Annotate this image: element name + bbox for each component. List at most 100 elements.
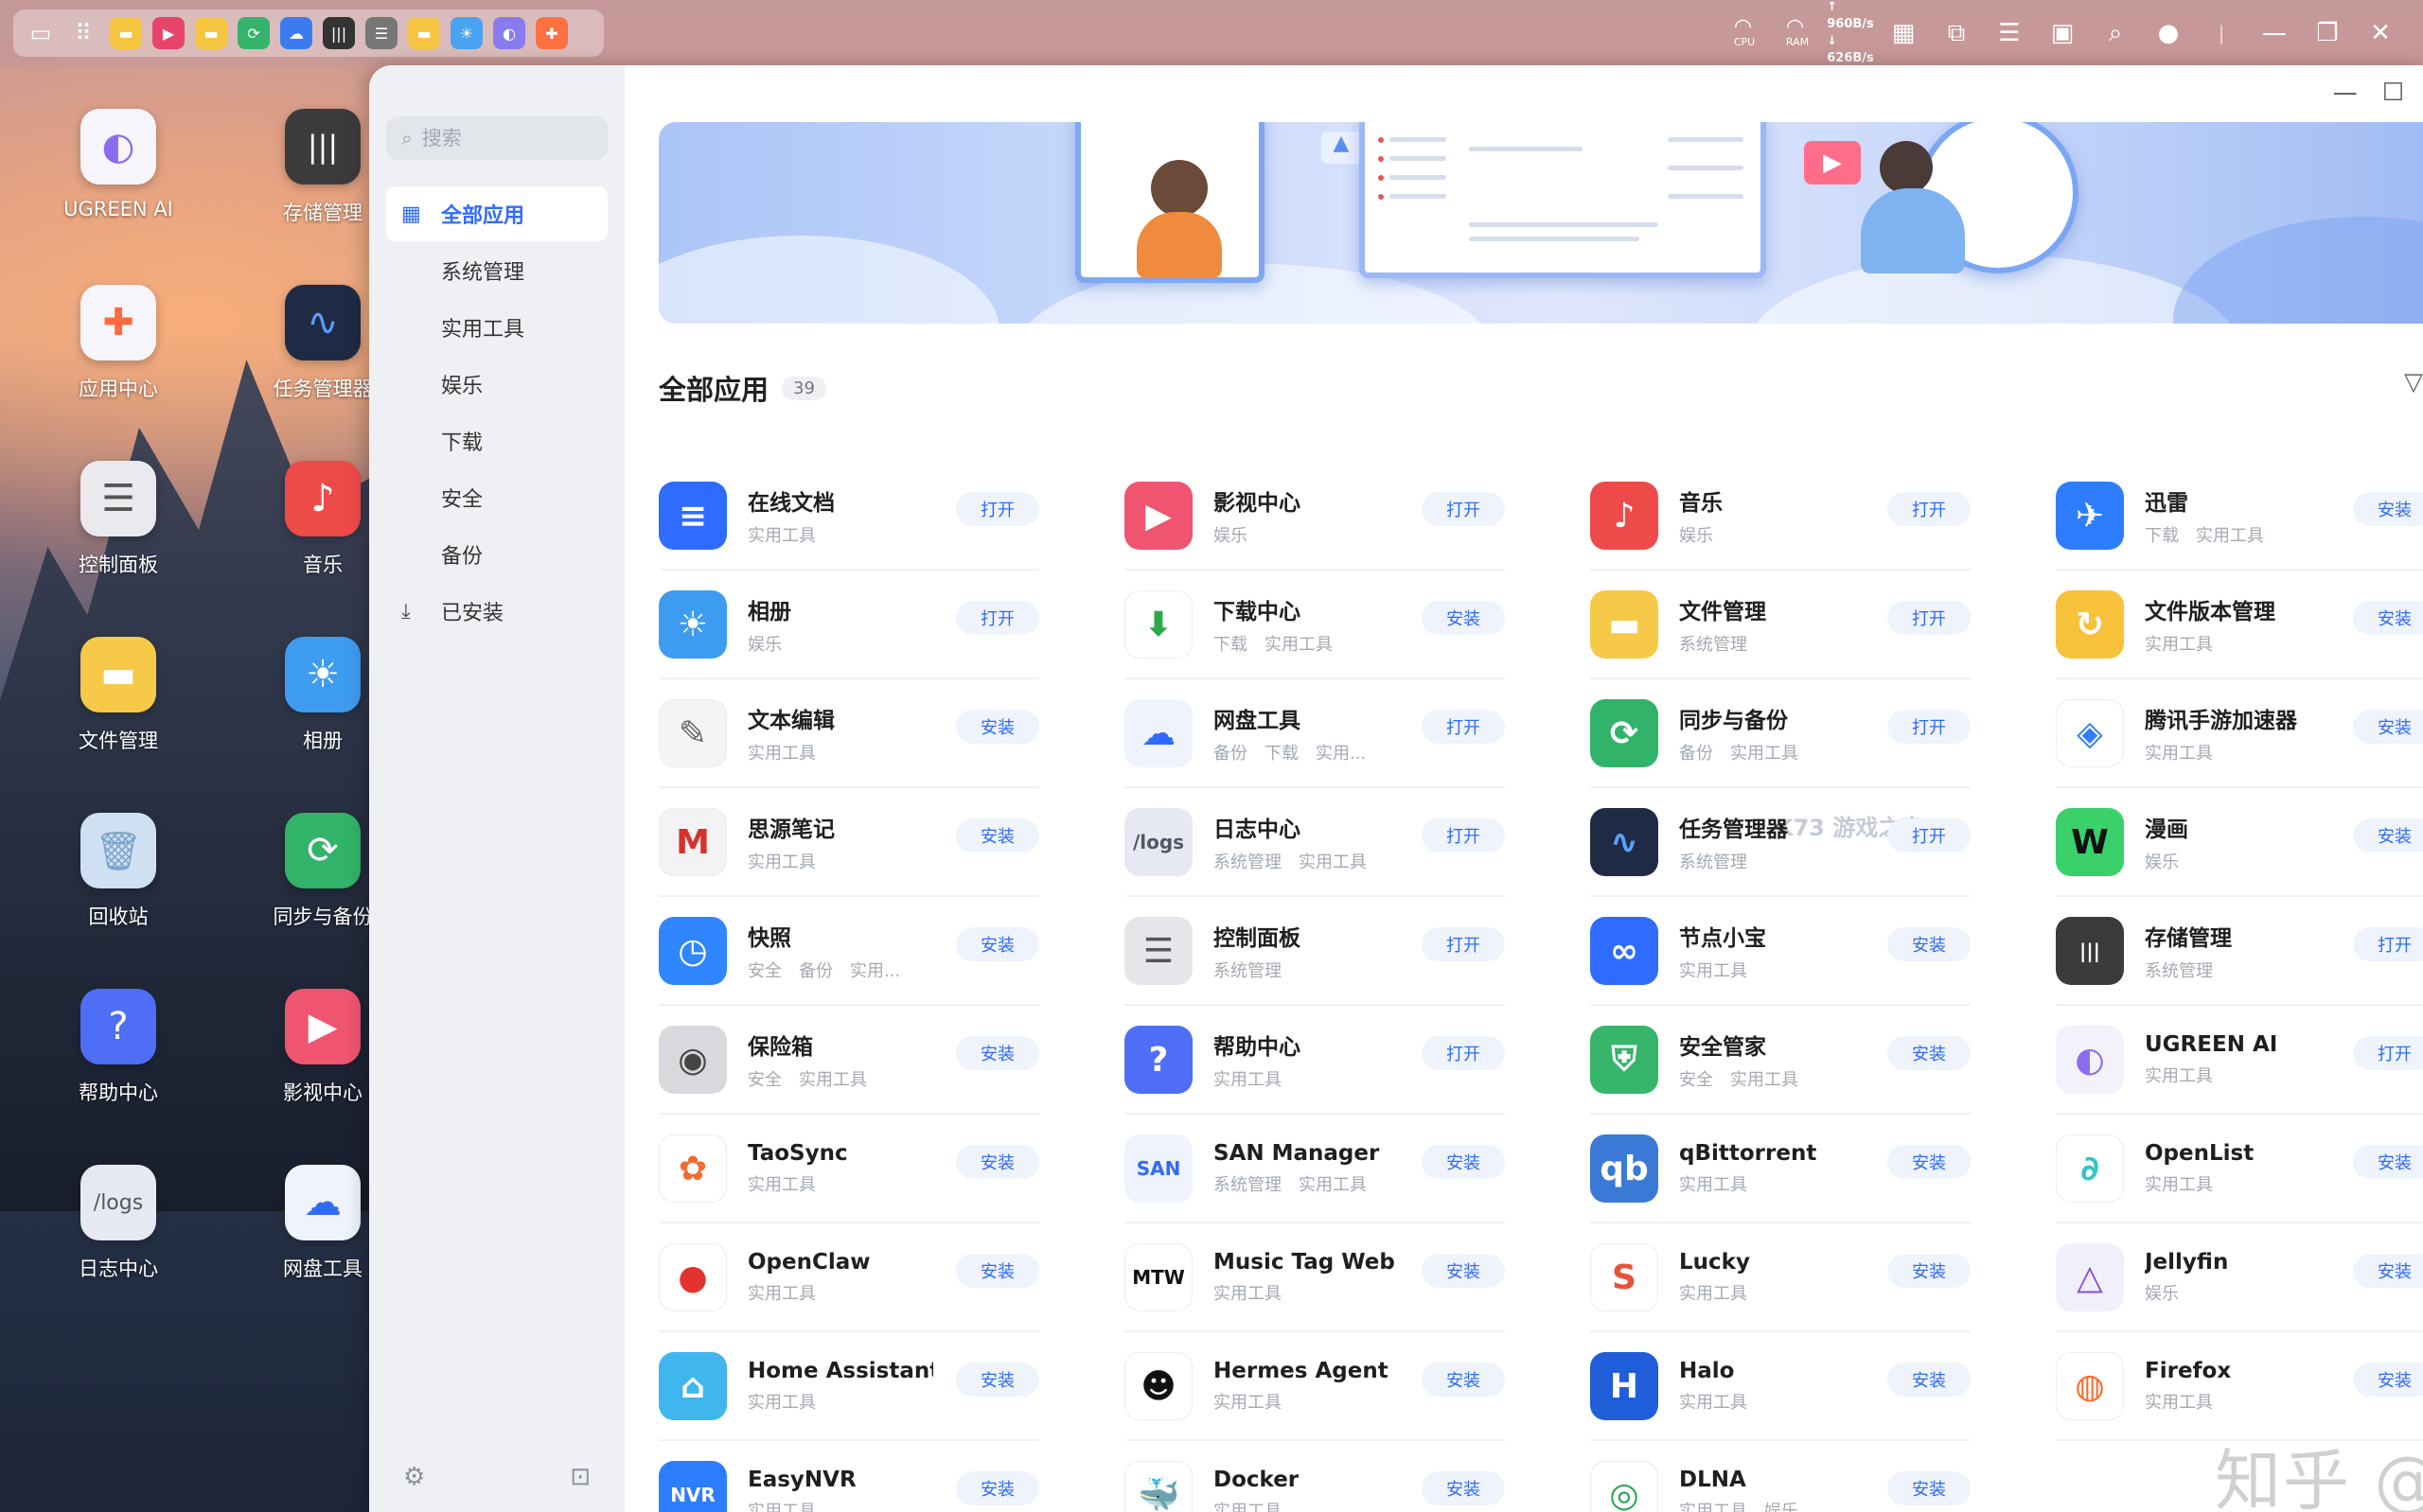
open-button[interactable]: 打开 <box>956 601 1039 635</box>
promo-banner[interactable]: ▲ ▶ <box>659 122 2423 324</box>
install-button[interactable]: 安装 <box>1422 1254 1505 1288</box>
sidebar-item-4[interactable]: 下载 <box>386 413 608 468</box>
install-button[interactable]: 安装 <box>1422 1471 1505 1505</box>
app-card-openlist[interactable]: ∂ OpenList 实用工具 安装 <box>2056 1116 2423 1223</box>
multi-window-icon[interactable]: ⧉ <box>1942 19 1971 48</box>
install-button[interactable]: 安装 <box>1887 1036 1971 1070</box>
user-icon[interactable]: ● <box>2154 19 2183 47</box>
sidebar-item-7[interactable]: ⤓ 已安装 <box>386 584 608 639</box>
install-button[interactable]: 安装 <box>956 1363 1039 1397</box>
app-card-sync[interactable]: ⟳ 同步与备份 备份 实用工具 打开 <box>1590 680 1971 788</box>
ram-monitor[interactable]: ◠ RAM <box>1783 17 1812 48</box>
install-button[interactable]: 安装 <box>2353 601 2423 635</box>
open-button[interactable]: 打开 <box>1422 1036 1505 1070</box>
app-card-file-version[interactable]: ↻ 文件版本管理 实用工具 安装 <box>2056 571 2423 679</box>
app-card-jellyfin[interactable]: △ Jellyfin 娱乐 安装 <box>2056 1224 2423 1332</box>
desktop-icon-ugreen-ai[interactable]: ◐ UGREEN AI <box>38 109 199 220</box>
app-card-firefox[interactable]: ◍ Firefox 实用工具 安装 <box>2056 1333 2423 1441</box>
network-speed[interactable]: ↑ 960B/s ↓ 626B/s <box>1827 0 1874 67</box>
app-card-control-panel[interactable]: ☰ 控制面板 系统管理 打开 <box>1124 898 1505 1006</box>
install-button[interactable]: 安装 <box>956 710 1039 744</box>
search-box[interactable]: ⌕ <box>386 116 608 160</box>
app-card-logs[interactable]: /logs 日志中心 系统管理 实用工具 打开 <box>1124 789 1505 897</box>
sidebar-item-2[interactable]: 实用工具 <box>386 300 608 355</box>
open-button[interactable]: 打开 <box>1422 927 1505 961</box>
install-button[interactable]: 安装 <box>956 1145 1039 1179</box>
desktop-icon-control-panel[interactable]: ☰ 控制面板 <box>38 461 199 578</box>
app-card-music[interactable]: ♪ 音乐 娱乐 打开 <box>1590 463 1971 571</box>
app-card-halo[interactable]: H Halo 实用工具 安装 <box>1590 1333 1971 1441</box>
dock-folder-icon[interactable]: ▬ <box>110 17 142 49</box>
dock-app-center-icon[interactable]: ✚ <box>536 17 568 49</box>
open-button[interactable]: 打开 <box>1887 601 1971 635</box>
app-card-folder[interactable]: ▬ 文件管理 系统管理 打开 <box>1590 571 1971 679</box>
app-card-comic[interactable]: W 漫画 娱乐 安装 <box>2056 789 2423 897</box>
install-button[interactable]: 安装 <box>1887 1471 1971 1505</box>
sidebar-item-6[interactable]: 备份 <box>386 527 608 582</box>
install-button[interactable]: 安装 <box>956 818 1039 853</box>
dock-cloud-drive-icon[interactable]: ☁ <box>280 17 312 49</box>
open-button[interactable]: 打开 <box>1887 818 1971 853</box>
dock-video-icon[interactable]: ▶ <box>152 17 185 49</box>
inbox-icon[interactable]: ⊡ <box>570 1463 591 1491</box>
app-card-photos[interactable]: ☀ 相册 娱乐 打开 <box>659 571 1039 679</box>
desktop-icon-help[interactable]: ? 帮助中心 <box>38 989 199 1106</box>
app-card-music-tag[interactable]: MTW Music Tag Web 实用工具 安装 <box>1124 1224 1505 1332</box>
sidebar-item-1[interactable]: 系统管理 <box>386 243 608 298</box>
app-card-shield[interactable]: ⛨ 安全管家 安全 实用工具 安装 <box>1590 1007 1971 1115</box>
filter-icon[interactable]: ▽ <box>2404 368 2423 396</box>
install-button[interactable]: 安装 <box>1422 1363 1505 1397</box>
window-minimize-icon[interactable]: — <box>2333 79 2358 107</box>
dock-control-panel-icon[interactable]: ☰ <box>365 17 398 49</box>
desktop-icon-folder[interactable]: ▬ 文件管理 <box>38 637 199 754</box>
install-button[interactable]: 安装 <box>2353 1145 2423 1179</box>
install-button[interactable]: 安装 <box>2353 492 2423 526</box>
dock-folder-icon[interactable]: ▬ <box>408 17 440 49</box>
install-button[interactable]: 安装 <box>1422 1145 1505 1179</box>
install-button[interactable]: 安装 <box>956 1254 1039 1288</box>
app-grid-icon[interactable]: ⠿ <box>67 17 99 49</box>
sidebar-item-0[interactable]: ▦ 全部应用 <box>386 186 608 241</box>
app-card-document[interactable]: ≡ 在线文档 实用工具 打开 <box>659 463 1039 571</box>
widgets-icon[interactable]: ▦ <box>1889 19 1918 47</box>
app-card-ugreen-ai[interactable]: ◐ UGREEN AI 实用工具 打开 <box>2056 1007 2423 1115</box>
install-button[interactable]: 安装 <box>956 1036 1039 1070</box>
install-button[interactable]: 安装 <box>1887 1363 1971 1397</box>
close-icon[interactable]: ✕ <box>2366 19 2395 47</box>
app-card-cloud-drive[interactable]: ☁ 网盘工具 备份 下载 实用... 打开 <box>1124 680 1505 788</box>
open-button[interactable]: 打开 <box>1887 710 1971 744</box>
show-desktop-icon[interactable]: ▭ <box>25 17 57 49</box>
open-button[interactable]: 打开 <box>2353 927 2423 961</box>
minimize-icon[interactable]: — <box>2260 19 2289 47</box>
app-card-text-editor[interactable]: ✎ 文本编辑 实用工具 安装 <box>659 680 1039 788</box>
app-card-snapshot[interactable]: ◷ 快照 安全 备份 实用... 安装 <box>659 898 1039 1006</box>
app-card-lucky[interactable]: S Lucky 实用工具 安装 <box>1590 1224 1971 1332</box>
install-button[interactable]: 安装 <box>2353 1254 2423 1288</box>
app-card-san[interactable]: SAN SAN Manager 系统管理 实用工具 安装 <box>1124 1116 1505 1223</box>
message-icon[interactable]: ▣ <box>2048 19 2077 47</box>
search-icon[interactable]: ⌕ <box>2101 19 2130 48</box>
settings-gear-icon[interactable]: ⚙ <box>403 1463 425 1491</box>
app-card-home-assistant[interactable]: ⌂ Home Assistant 实用工具 安装 <box>659 1333 1039 1441</box>
cpu-monitor[interactable]: ◠ CPU <box>1730 17 1759 48</box>
app-card-help[interactable]: ? 帮助中心 实用工具 打开 <box>1124 1007 1505 1115</box>
install-button[interactable]: 安装 <box>2353 1363 2423 1397</box>
app-card-dlna[interactable]: ◎ DLNA 实用工具 娱乐 安装 <box>1590 1442 1971 1512</box>
install-button[interactable]: 安装 <box>1422 601 1505 635</box>
install-button[interactable]: 安装 <box>1887 1145 1971 1179</box>
app-card-video[interactable]: ▶ 影视中心 娱乐 打开 <box>1124 463 1505 571</box>
dock-storage-icon[interactable]: ||| <box>323 17 355 49</box>
app-card-accelerator[interactable]: ◈ 腾讯手游加速器 实用工具 安装 <box>2056 680 2423 788</box>
app-card-qbittorrent[interactable]: qb qBittorrent 实用工具 安装 <box>1590 1116 1971 1223</box>
install-button[interactable]: 安装 <box>1887 927 1971 961</box>
app-card-easynvr[interactable]: NVR EasyNVR 实用工具 安装 <box>659 1442 1039 1512</box>
sidebar-item-5[interactable]: 安全 <box>386 470 608 525</box>
app-card-storage[interactable]: ||| 存储管理 系统管理 打开 <box>2056 898 2423 1006</box>
desktop-icon-trash[interactable]: 🗑 回收站 <box>38 813 199 930</box>
install-button[interactable]: 安装 <box>2353 710 2423 744</box>
restore-icon[interactable]: ❐ <box>2313 19 2342 47</box>
desktop-icon-logs[interactable]: /logs 日志中心 <box>38 1165 199 1282</box>
dock-photos-icon[interactable]: ☀ <box>451 17 483 49</box>
app-card-openclaw[interactable]: ● OpenClaw 实用工具 安装 <box>659 1224 1039 1332</box>
window-maximize-icon[interactable]: ☐ <box>2382 79 2404 107</box>
